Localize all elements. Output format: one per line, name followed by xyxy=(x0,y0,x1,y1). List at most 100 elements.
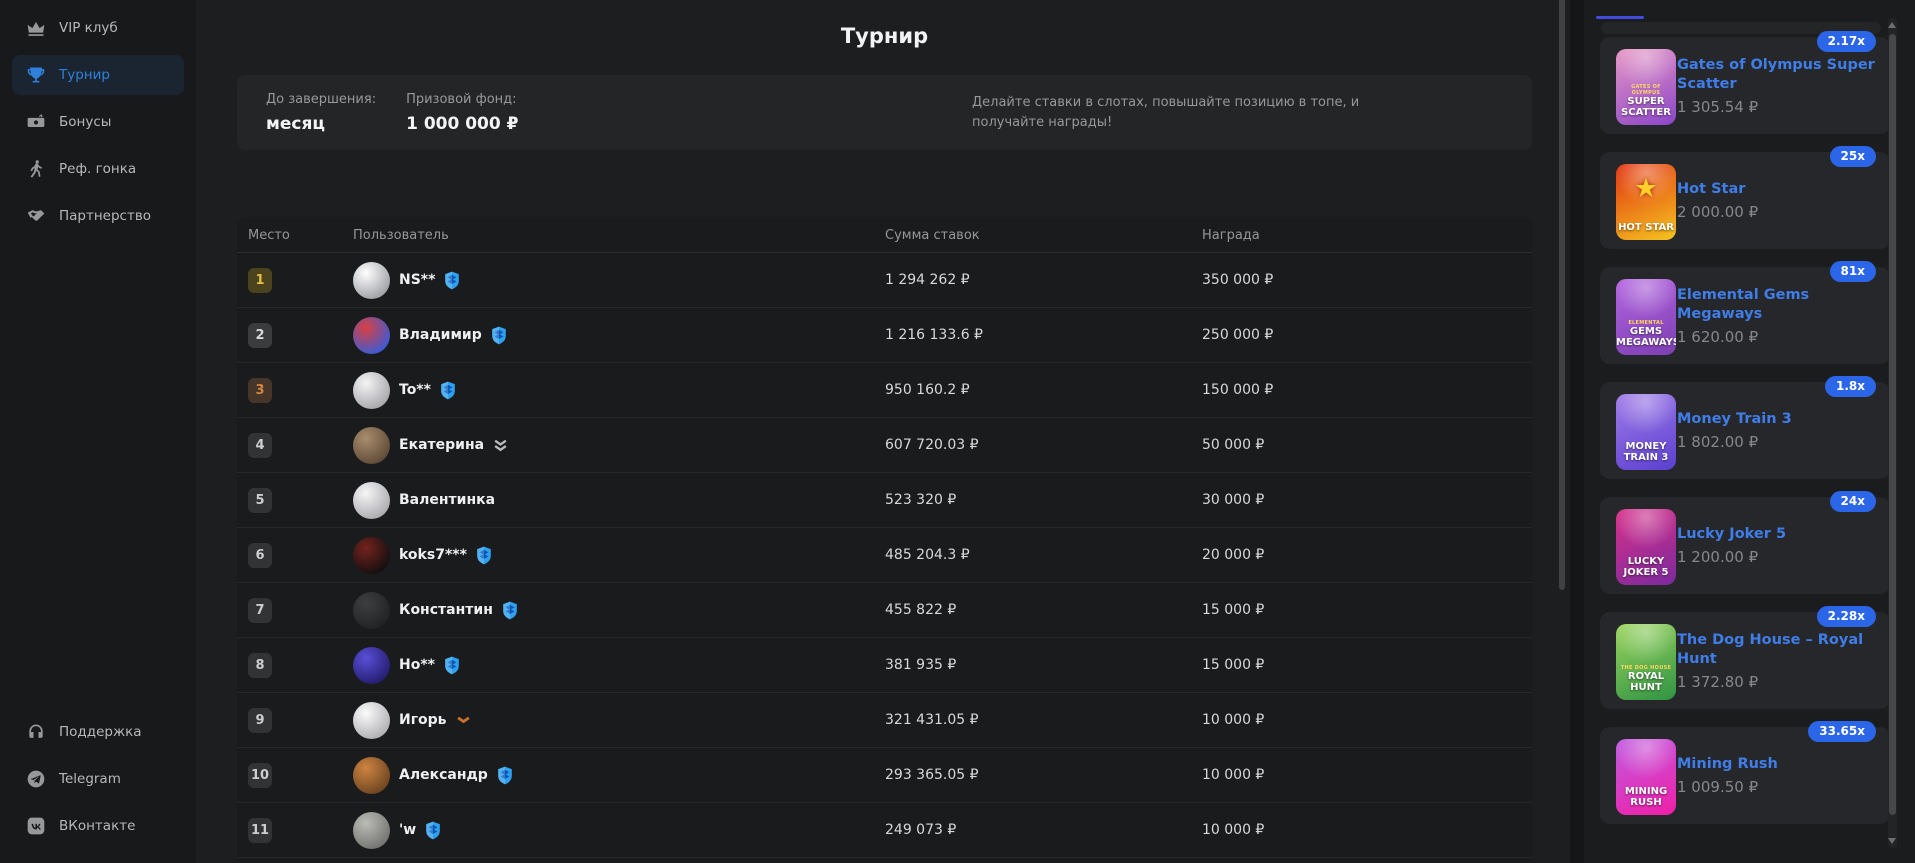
bets-cell: 455 822 ₽ xyxy=(885,602,1202,618)
sidebar-item-bonuses[interactable]: Бонусы xyxy=(12,102,184,142)
vip-badge-icon xyxy=(425,821,441,840)
win-text: Lucky Joker 51 200.00 ₽ xyxy=(1677,497,1880,594)
place-badge: 7 xyxy=(248,598,272,623)
thumb-big-label: ROYAL xyxy=(1616,671,1676,682)
reward-cell: 350 000 ₽ xyxy=(1202,272,1532,288)
leaderboard: Место Пользователь Сумма ставок Награда … xyxy=(237,218,1532,863)
thumb-big-label: GEMS xyxy=(1616,326,1676,337)
app-root: VIP клуб Турнир Бонусы Реф. гонка Партнерств… xyxy=(0,0,1915,863)
runner-icon xyxy=(26,159,46,179)
user-cell: Владимир xyxy=(353,317,885,354)
sidebar-item-support[interactable]: Поддержка xyxy=(12,712,184,752)
sidebar-item-telegram[interactable]: Telegram xyxy=(12,759,184,799)
vip-badge-icon xyxy=(502,601,518,620)
sidebar-item-label: Поддержка xyxy=(59,724,142,740)
table-row: 7Константин455 822 ₽15 000 ₽ xyxy=(237,583,1532,638)
thumb-text: THE DOG HOUSEROYALHUNT xyxy=(1616,665,1676,700)
panel-scrollbar[interactable] xyxy=(1888,18,1897,848)
table-row: 1NS**1 294 262 ₽350 000 ₽ xyxy=(237,253,1532,308)
win-amount: 1 009.50 ₽ xyxy=(1677,778,1880,796)
avatar xyxy=(353,317,390,354)
thumb-text: MONEYTRAIN 3 xyxy=(1616,441,1676,470)
win-card-elemental-gems-megaways[interactable]: 81xELEMENTALGEMSMEGAWAYSElemental Gems M… xyxy=(1600,267,1890,364)
win-card-the-dog-house-royal-hunt[interactable]: 2.28xTHE DOG HOUSEROYALHUNTThe Dog House… xyxy=(1600,612,1890,709)
thumb-big-label: SUPER xyxy=(1616,96,1676,107)
win-amount: 1 372.80 ₽ xyxy=(1677,673,1880,691)
user-cell: Александр xyxy=(353,757,885,794)
tab-indicator xyxy=(1596,16,1644,19)
win-amount: 1 802.00 ₽ xyxy=(1677,433,1880,451)
game-title: Gates of Olympus Super Scatter xyxy=(1677,56,1880,94)
thumb-shine xyxy=(1616,394,1676,440)
column-user: Пользователь xyxy=(353,228,885,243)
win-text: The Dog House – Royal Hunt1 372.80 ₽ xyxy=(1677,612,1880,709)
main-scrollbar[interactable] xyxy=(1559,0,1565,590)
game-title: Money Train 3 xyxy=(1677,410,1880,429)
username: Владимир xyxy=(399,327,482,343)
place-cell: 10 xyxy=(248,763,353,788)
place-badge: 1 xyxy=(248,268,272,293)
bets-cell: 249 073 ₽ xyxy=(885,822,1202,838)
sidebar-item-ref-race[interactable]: Реф. гонка xyxy=(12,149,184,189)
avatar xyxy=(353,702,390,739)
place-badge: 9 xyxy=(248,708,272,733)
place-cell: 8 xyxy=(248,653,353,678)
win-amount: 1 305.54 ₽ xyxy=(1677,98,1880,116)
place-badge: 4 xyxy=(248,433,272,458)
place-cell: 7 xyxy=(248,598,353,623)
prize-fund-block: Призовой фонд: 1 000 000 ₽ xyxy=(406,92,518,134)
win-card-lucky-joker-5[interactable]: 24xLUCKYJOKER 5Lucky Joker 51 200.00 ₽ xyxy=(1600,497,1890,594)
win-card-mining-rush[interactable]: 33.65xMININGRUSHMining Rush1 009.50 ₽ xyxy=(1600,727,1890,824)
wins-panel: 2.17xGATES OF OLYMPUSSUPERSCATTERGates o… xyxy=(1584,0,1915,863)
chevron-silver-icon xyxy=(493,439,508,452)
column-reward: Награда xyxy=(1202,228,1532,243)
user-cell: Но** xyxy=(353,647,885,684)
reward-cell: 10 000 ₽ xyxy=(1202,767,1532,783)
tournament-banner: До завершения: месяц Призовой фонд: 1 00… xyxy=(237,75,1532,150)
panel-scrollbar-thumb[interactable] xyxy=(1889,34,1896,815)
win-text: Elemental Gems Megaways1 620.00 ₽ xyxy=(1677,267,1880,364)
thumb-big-label: MEGAWAYS xyxy=(1616,337,1676,348)
win-text: Gates of Olympus Super Scatter 1 305.54 ₽ xyxy=(1677,37,1880,134)
avatar xyxy=(353,592,390,629)
username: Константин xyxy=(399,602,493,618)
scroll-down-icon[interactable] xyxy=(1888,838,1896,844)
vip-badge-icon xyxy=(491,326,507,345)
thumb-big-label: RUSH xyxy=(1616,797,1676,808)
reward-cell: 10 000 ₽ xyxy=(1202,712,1532,728)
game-title: Lucky Joker 5 xyxy=(1677,525,1880,544)
thumb-big-label: SCATTER xyxy=(1616,107,1676,118)
thumb-text: ELEMENTALGEMSMEGAWAYS xyxy=(1616,320,1676,355)
page-title: Турнир xyxy=(237,24,1532,48)
win-card-gates-of-olympus-super-scatter[interactable]: 2.17xGATES OF OLYMPUSSUPERSCATTERGates o… xyxy=(1600,37,1890,134)
win-amount: 2 000.00 ₽ xyxy=(1677,203,1880,221)
sidebar-item-vk[interactable]: ВКонтакте xyxy=(12,806,184,846)
sidebar-item-vip-club[interactable]: VIP клуб xyxy=(12,8,184,48)
telegram-icon xyxy=(26,769,46,789)
panel-divider xyxy=(1570,0,1584,863)
sidebar-item-tournament[interactable]: Турнир xyxy=(12,55,184,95)
place-cell: 2 xyxy=(248,323,353,348)
username: To** xyxy=(399,382,431,398)
bets-cell: 321 431.05 ₽ xyxy=(885,712,1202,728)
table-row: 5Валентинка523 320 ₽30 000 ₽ xyxy=(237,473,1532,528)
place-badge: 5 xyxy=(248,488,272,513)
sidebar-item-partnership[interactable]: Партнерство xyxy=(12,196,184,236)
sidebar-item-label: ВКонтакте xyxy=(59,818,135,834)
thumb-text: MININGRUSH xyxy=(1616,786,1676,815)
star-icon: ★ xyxy=(1616,173,1676,204)
time-left-value: месяц xyxy=(266,114,376,134)
vip-badge-icon xyxy=(440,381,456,400)
column-bets: Сумма ставок xyxy=(885,228,1202,243)
avatar xyxy=(353,427,390,464)
username: koks7*** xyxy=(399,547,467,563)
scroll-up-icon[interactable] xyxy=(1888,22,1896,28)
bets-cell: 523 320 ₽ xyxy=(885,492,1202,508)
win-card-money-train-3[interactable]: 1.8xMONEYTRAIN 3Money Train 31 802.00 ₽ xyxy=(1600,382,1890,479)
bets-cell: 293 365.05 ₽ xyxy=(885,767,1202,783)
win-card-hot-star[interactable]: 25x★HOT STARHot Star2 000.00 ₽ xyxy=(1600,152,1890,249)
sidebar: VIP клуб Турнир Бонусы Реф. гонка Партнерств… xyxy=(0,0,196,863)
trophy-icon xyxy=(26,65,46,85)
chevron-bronze-icon xyxy=(456,714,471,727)
tournament-description: Делайте ставки в слотах, повышайте позиц… xyxy=(972,93,1372,133)
